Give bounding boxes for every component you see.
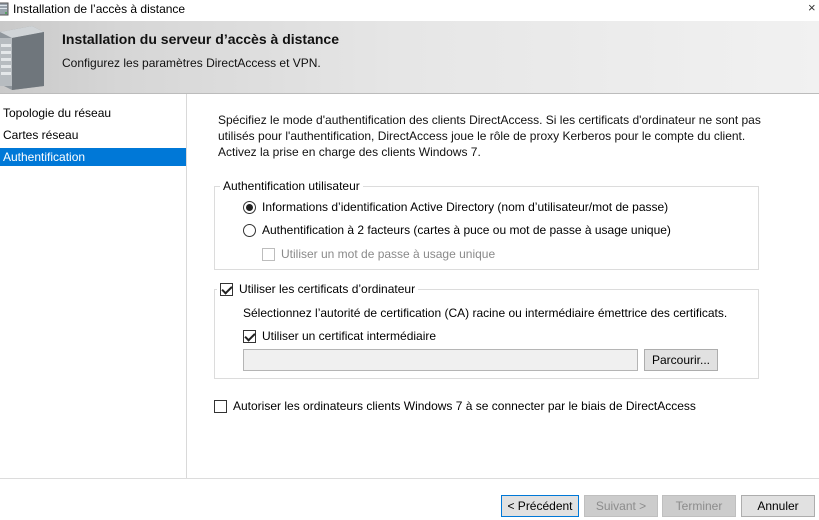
- intermediate-cert-option[interactable]: Utiliser un certificat intermédiaire: [243, 329, 436, 343]
- browse-button[interactable]: Parcourir...: [644, 349, 718, 371]
- intermediate-cert-label: Utiliser un certificat intermédiaire: [262, 329, 437, 343]
- page-title: Installation du serveur d’accès à distan…: [62, 31, 339, 47]
- win7-clients-option[interactable]: Autoriser les ordinateurs clients Window…: [214, 399, 696, 413]
- previous-button[interactable]: < Précédent: [501, 495, 579, 517]
- cancel-button[interactable]: Annuler: [741, 495, 815, 517]
- win7-clients-label: Autoriser les ordinateurs clients Window…: [233, 399, 696, 413]
- footer-divider: [0, 478, 819, 479]
- close-icon[interactable]: ×: [808, 0, 816, 15]
- computer-certs-label: Utiliser les certificats d’ordinateur: [239, 282, 416, 296]
- ad-credentials-label: Informations d’identification Active Dir…: [262, 200, 669, 214]
- computer-certs-toggle[interactable]: Utiliser les certificats d’ordinateur: [217, 282, 419, 296]
- server-app-icon: [0, 2, 9, 16]
- server-icon: [0, 26, 44, 90]
- intro-line-2: utilisés pour l'authentification, Direct…: [218, 129, 746, 143]
- nav-item-topology[interactable]: Topologie du réseau: [0, 104, 186, 122]
- otp-checkbox: [262, 247, 275, 261]
- wizard-nav: Topologie du réseau Cartes réseau Authen…: [0, 94, 187, 478]
- nav-item-network-adapters[interactable]: Cartes réseau: [0, 126, 186, 144]
- finish-button[interactable]: Terminer: [662, 495, 736, 517]
- user-auth-legend: Authentification utilisateur: [220, 179, 363, 193]
- ca-description: Sélectionnez l’autorité de certification…: [243, 306, 728, 320]
- two-factor-option[interactable]: Authentification à 2 facteurs (cartes à …: [243, 223, 671, 237]
- intro-line-3: Activez la prise en charge des clients W…: [218, 145, 481, 159]
- otp-option: Utiliser un mot de passe à usage unique: [262, 247, 495, 261]
- two-factor-label: Authentification à 2 facteurs (cartes à …: [262, 223, 671, 237]
- certificate-path-input[interactable]: [243, 349, 638, 371]
- title-bar: Installation de l’accès à distance ×: [0, 0, 819, 20]
- nav-item-authentication[interactable]: Authentification: [0, 148, 186, 166]
- intro-text: Spécifiez le mode d'authentification des…: [218, 112, 778, 160]
- header-banner: Installation du serveur d’accès à distan…: [0, 21, 819, 93]
- ad-credentials-radio[interactable]: [243, 200, 256, 214]
- win7-clients-checkbox[interactable]: [214, 399, 227, 413]
- two-factor-radio[interactable]: [243, 223, 256, 237]
- next-button[interactable]: Suivant >: [584, 495, 658, 517]
- computer-certs-checkbox[interactable]: [220, 282, 233, 296]
- otp-label: Utiliser un mot de passe à usage unique: [281, 247, 496, 261]
- ad-credentials-option[interactable]: Informations d’identification Active Dir…: [243, 200, 668, 214]
- intermediate-cert-checkbox[interactable]: [243, 329, 256, 343]
- page-subtitle: Configurez les paramètres DirectAccess e…: [62, 56, 321, 70]
- intro-line-1: Spécifiez le mode d'authentification des…: [218, 113, 761, 127]
- window-title: Installation de l’accès à distance: [13, 2, 186, 16]
